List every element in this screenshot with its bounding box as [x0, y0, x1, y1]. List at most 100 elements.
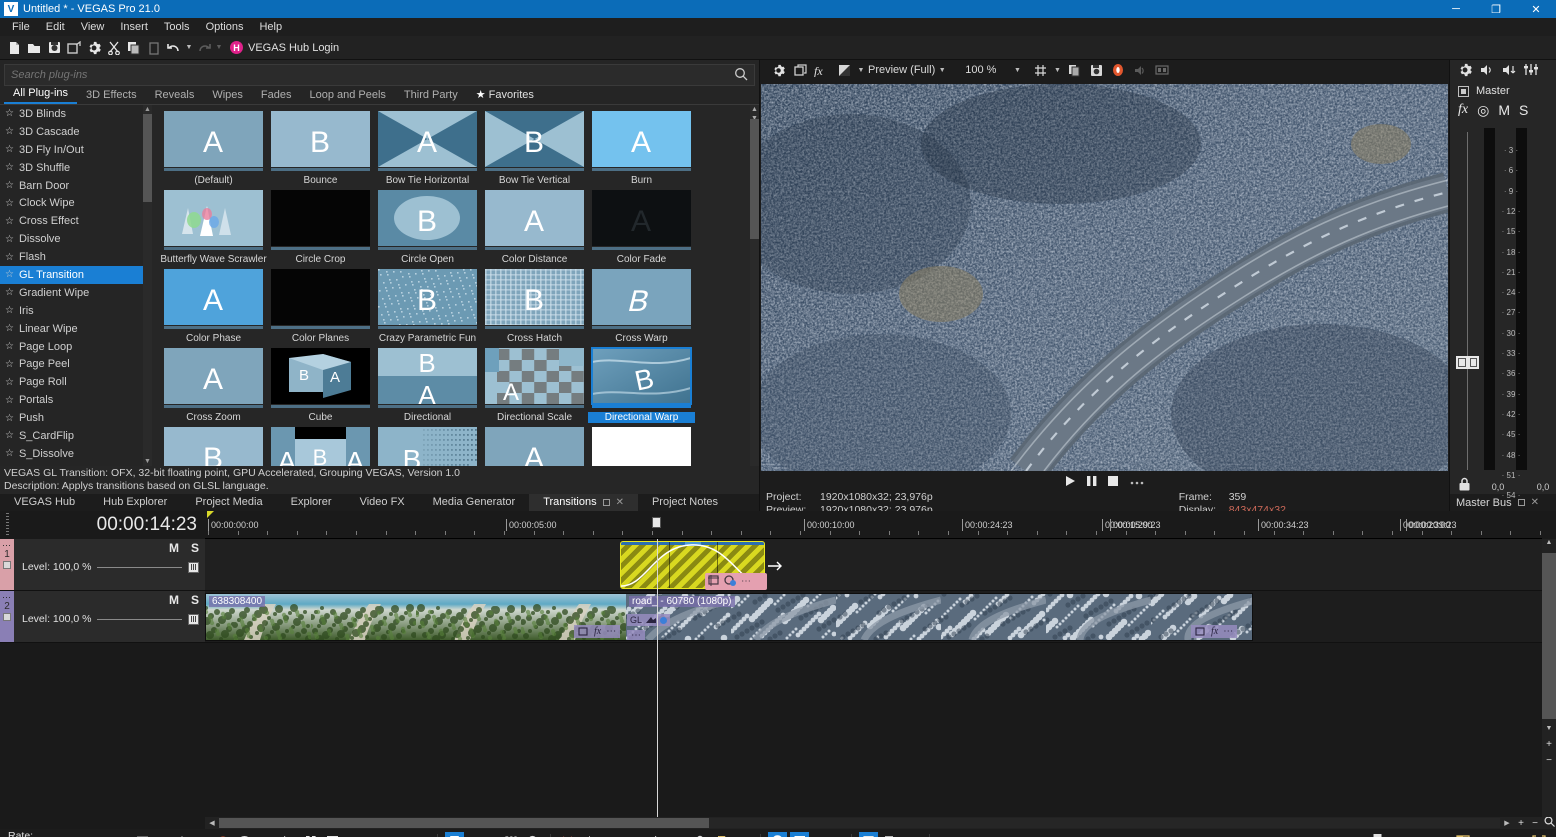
close-panel-icon[interactable]: ✕	[616, 494, 624, 511]
hscroll-right-icon[interactable]: ▶	[1500, 819, 1514, 827]
track-2-solo-button[interactable]: S	[191, 593, 199, 607]
favorite-star-icon[interactable]: ☆	[5, 162, 14, 173]
favorite-star-icon[interactable]: ☆	[5, 448, 14, 459]
loop-start-marker-icon[interactable]	[207, 511, 214, 518]
plugin-item-gl-transition[interactable]: ☆ GL Transition	[0, 266, 152, 284]
preset-thumbnail[interactable]: A	[485, 427, 584, 466]
track-2-menu-icon[interactable]: ⋯	[2, 593, 12, 602]
timeline-horizontal-scrollbar[interactable]: ◀ ▶ + −	[205, 816, 1556, 829]
preset-circle-crop[interactable]: Circle Crop	[267, 190, 374, 265]
plugin-list[interactable]: ☆ 3D Blinds ☆ 3D Cascade ☆ 3D Fly In/Out ☆ 3D S…	[0, 105, 152, 466]
plugin-item-page-loop[interactable]: ☆ Page Loop	[0, 338, 152, 356]
preset-thumbnail[interactable]	[164, 190, 263, 252]
tab-favorites[interactable]: ★ Favorites	[467, 86, 543, 104]
transition-more-icon[interactable]: ⋯	[741, 576, 751, 587]
preset-thumbnail[interactable]: A	[164, 269, 263, 331]
dock-tab-project-media[interactable]: Project Media	[181, 494, 276, 511]
cursor-marker-icon[interactable]	[1373, 833, 1382, 837]
split-screen-icon[interactable]	[790, 60, 810, 80]
favorite-star-icon[interactable]: ☆	[5, 359, 14, 370]
search-icon[interactable]	[734, 67, 748, 84]
tab-reveals[interactable]: Reveals	[146, 87, 204, 104]
track-1-level-slider[interactable]	[97, 566, 182, 568]
lock-button[interactable]	[690, 832, 709, 837]
play-button[interactable]	[279, 832, 298, 837]
pause-button[interactable]	[301, 832, 320, 837]
plugin-item-3d-fly-in-out[interactable]: ☆ 3D Fly In/Out	[0, 141, 152, 159]
preset-color-planes[interactable]: Color Planes	[267, 269, 374, 344]
preset--default-[interactable]: A (Default)	[160, 111, 267, 186]
preset-thumbnail[interactable]	[271, 269, 370, 331]
preview-preferences-icon[interactable]	[768, 60, 788, 80]
redo-icon[interactable]	[194, 38, 214, 58]
zoom-edit-tool[interactable]	[524, 832, 543, 837]
clip-fx-badges-left[interactable]: fx ⋯	[574, 625, 621, 638]
track-2-mute-button[interactable]: M	[169, 593, 179, 607]
preset-thumbnail[interactable]: A	[164, 348, 263, 410]
delete-button[interactable]	[558, 832, 577, 837]
favorite-star-icon[interactable]: ☆	[5, 180, 14, 191]
plugin-item-barn-door[interactable]: ☆ Barn Door	[0, 177, 152, 195]
menu-insert[interactable]: Insert	[112, 18, 156, 36]
new-project-icon[interactable]	[4, 38, 24, 58]
preset-thumbnail[interactable]: A	[485, 348, 584, 410]
dock-tab-project-notes[interactable]: Project Notes	[638, 494, 732, 511]
track-1-minimize-icon[interactable]	[3, 561, 11, 569]
external-monitor-icon[interactable]	[1152, 60, 1172, 80]
next-frame-button[interactable]	[411, 832, 430, 837]
fx-icon[interactable]: fx	[812, 60, 832, 80]
tab-all-plugins[interactable]: All Plug-ins	[4, 85, 78, 104]
menu-tools[interactable]: Tools	[156, 18, 198, 36]
timeline-tracks[interactable]: ⋯ 638308400 fx ⋯ fx ⋯ road_ - 60780 (108…	[205, 539, 1542, 817]
sliders-icon[interactable]	[1524, 63, 1538, 79]
tab-loop-and-peels[interactable]: Loop and Peels	[300, 87, 394, 104]
plugin-item-s-dissolve[interactable]: ☆ S_Dissolve	[0, 445, 152, 463]
track-1-menu-icon[interactable]: ⋯	[2, 541, 12, 550]
master-fx-icon[interactable]: fx	[1458, 102, 1468, 118]
preview-stage[interactable]	[760, 80, 1449, 475]
preview-quality-label[interactable]: Preview (Full)	[868, 64, 935, 76]
dock-tab-transitions[interactable]: Transitions ✕	[529, 494, 638, 511]
preset-color-distance[interactable]: A Color Distance	[481, 190, 588, 265]
plugin-item-iris[interactable]: ☆ Iris	[0, 302, 152, 320]
second-clip-more-icon[interactable]: ⋯	[627, 630, 645, 640]
master-solo-button[interactable]: S	[1519, 102, 1528, 118]
timecode-display[interactable]: 00:00:14:23	[0, 511, 205, 539]
play-from-start-button[interactable]	[257, 832, 276, 837]
master-close-icon[interactable]: ✕	[1531, 497, 1539, 508]
preset-burn[interactable]: A Burn	[588, 111, 695, 186]
preset-thumbnail[interactable]: B	[378, 427, 477, 466]
loop-playback-button[interactable]	[235, 832, 254, 837]
plugin-item-3d-shuffle[interactable]: ☆ 3D Shuffle	[0, 159, 152, 177]
timeline-ruler[interactable]: 00:00:00:00 00:00:05:00 00:00:10:00 00:00:1…	[205, 511, 1542, 539]
preset-butterfly-wave-scrawler[interactable]: Butterfly Wave Scrawler	[160, 190, 267, 265]
preset-cube[interactable]: B A Cube	[267, 348, 374, 423]
preset-bow-tie-vertical[interactable]: B Bow Tie Vertical	[481, 111, 588, 186]
timeline-zoom-in-button[interactable]: +	[1514, 818, 1528, 829]
video-clip[interactable]: 638308400 fx ⋯ fx ⋯ road_ - 60780 (1080p…	[205, 593, 1253, 641]
track-header-2[interactable]: ⋯ 2 M S Level: 100,0 %	[0, 591, 205, 643]
insert-track-button[interactable]	[937, 832, 956, 837]
tab-third-party[interactable]: Third Party	[395, 87, 467, 104]
favorite-star-icon[interactable]: ☆	[5, 323, 14, 334]
favorite-star-icon[interactable]: ☆	[5, 287, 14, 298]
preview-more-button[interactable]	[1130, 475, 1144, 490]
menu-help[interactable]: Help	[251, 18, 290, 36]
timeline-vertical-scrollbar[interactable]: ▲ ▼ + −	[1542, 539, 1556, 817]
plugin-item-flash[interactable]: ☆ Flash	[0, 248, 152, 266]
plugin-item-portals[interactable]: ☆ Portals	[0, 391, 152, 409]
auto-ripple-button[interactable]	[790, 832, 809, 837]
float-panel-icon[interactable]	[602, 499, 610, 506]
preset-thumbnail[interactable]: B	[485, 269, 584, 331]
grid-icon[interactable]	[1030, 60, 1050, 80]
preset-item-20[interactable]: B	[160, 427, 267, 466]
record-button[interactable]	[213, 832, 232, 837]
preset-item-21[interactable]: ABA	[267, 427, 374, 466]
track-1-color-strip[interactable]: ⋯ 1	[0, 539, 14, 590]
paste-icon[interactable]	[144, 38, 164, 58]
favorite-star-icon[interactable]: ☆	[5, 430, 14, 441]
favorite-star-icon[interactable]: ☆	[5, 341, 14, 352]
preferences-icon[interactable]	[84, 38, 104, 58]
track-1-level-handle[interactable]	[188, 561, 199, 573]
save-snapshot-icon[interactable]	[1086, 60, 1106, 80]
